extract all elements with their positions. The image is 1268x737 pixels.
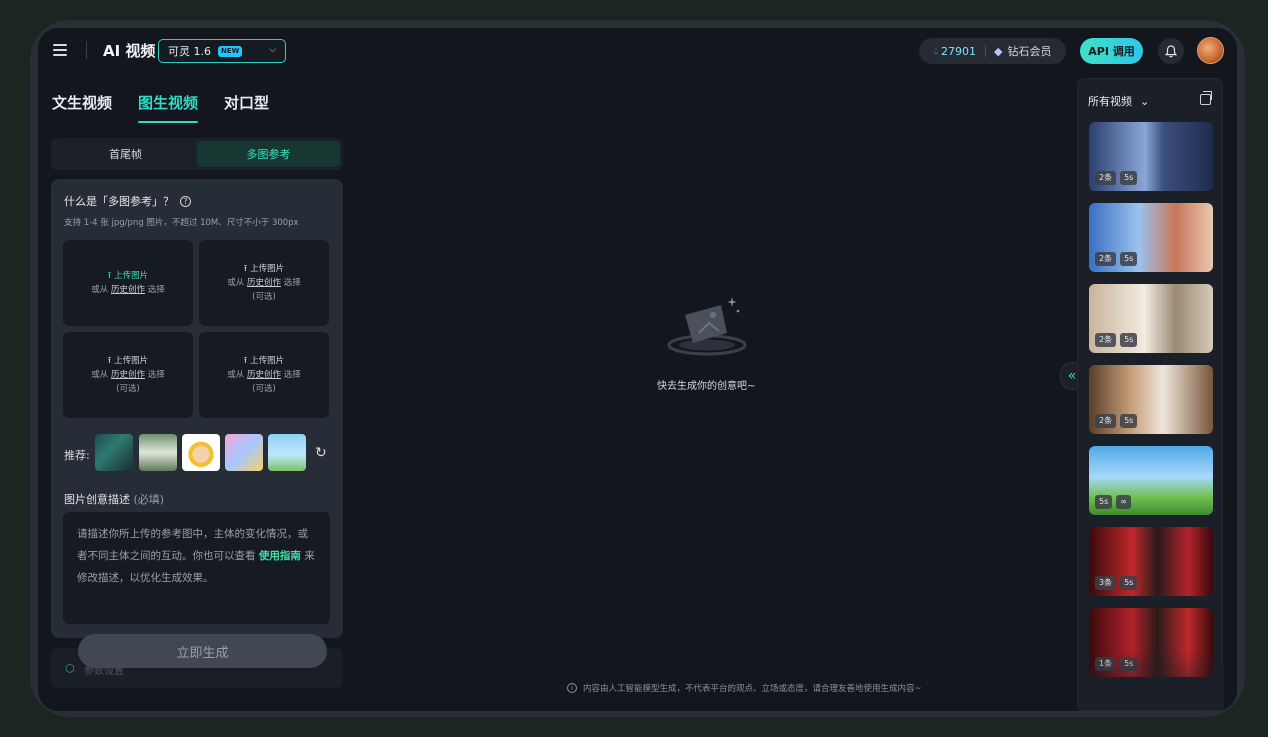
history-choice: 或从 历史创作 选择	[227, 278, 301, 288]
upload-icon: ⭱	[107, 356, 112, 366]
history-choice: 或从 历史创作 选择	[91, 285, 165, 295]
video-count: 2条	[1095, 171, 1117, 185]
video-duration: 5s	[1120, 576, 1138, 590]
credits-amount: 27901	[941, 44, 976, 58]
model-select[interactable]: 可灵 1.6 NEW ⌵	[158, 39, 286, 63]
menu-icon[interactable]	[53, 44, 67, 56]
video-duration: 5s	[1120, 171, 1138, 185]
panel-title: 什么是「多图参考」？ ?	[64, 193, 191, 209]
tab-text-to-video[interactable]: 文生视频	[52, 92, 112, 123]
upload-icon: ⭱	[243, 356, 248, 366]
description-label: 图片创意描述 (必填)	[64, 493, 165, 506]
video-thumb[interactable]: 2条 5s	[1089, 284, 1213, 353]
video-count: 1条	[1095, 657, 1117, 671]
upload-icon: ⭱	[107, 271, 112, 281]
history-link[interactable]: 历史创作	[111, 370, 145, 380]
upload-action[interactable]: ⭱ 上传图片	[108, 354, 148, 368]
avatar[interactable]	[1197, 37, 1224, 64]
video-duration: 5s	[1120, 333, 1138, 347]
optional-label: (可选)	[252, 384, 276, 394]
recommend-thumb-pig[interactable]	[268, 434, 306, 471]
generate-button[interactable]: 立即生成	[78, 634, 327, 668]
bell-icon[interactable]	[1158, 38, 1184, 64]
video-count: 2条	[1095, 252, 1117, 266]
video-duration: 5s	[1120, 414, 1138, 428]
sub-mode-toggle: 首尾帧 多图参考	[51, 138, 343, 170]
history-link[interactable]: 历史创作	[111, 285, 145, 295]
optional-label: (可选)	[116, 384, 140, 394]
diamond-icon: ◆	[994, 44, 1003, 58]
upload-action[interactable]: ⭱ 上传图片	[244, 262, 284, 276]
loop-icon: ∞	[1116, 495, 1131, 509]
chevron-down-icon: ⌄	[1140, 94, 1150, 108]
video-thumb[interactable]: 2条 5s	[1089, 122, 1213, 191]
recommend-label: 推荐:	[64, 449, 90, 462]
recommend-thumb-unicorn[interactable]	[225, 434, 263, 471]
history-choice: 或从 历史创作 选择	[91, 370, 165, 380]
api-button[interactable]: API 调用	[1080, 38, 1143, 64]
tab-first-last-frame[interactable]: 首尾帧	[54, 141, 197, 167]
drop-icon: 💧︎	[934, 45, 938, 57]
panel-title-text: 什么是「多图参考」？	[64, 195, 174, 208]
disclaimer-text: 内容由人工智能模型生成，不代表平台的观点、立场或态度，请合理友善地使用生成内容~	[583, 684, 922, 694]
refresh-icon[interactable]: ↻	[315, 445, 327, 461]
video-filter-label: 所有视频	[1088, 95, 1132, 108]
video-thumb[interactable]: 5s ∞	[1089, 446, 1213, 515]
guide-link[interactable]: 使用指南	[259, 550, 301, 562]
upload-hint: 支持 1-4 张 jpg/png 图片，不超过 10M、尺寸不小于 300px	[64, 218, 299, 228]
recommend-thumb-forest[interactable]	[95, 434, 133, 471]
empty-state-illustration	[665, 293, 749, 359]
app-title: AI 视频	[103, 42, 156, 60]
history-link[interactable]: 历史创作	[247, 370, 281, 380]
video-count: 3条	[1095, 576, 1117, 590]
upload-slot[interactable]: ⭱ 上传图片 或从 历史创作 选择 (可选)	[63, 332, 193, 418]
video-count: 2条	[1095, 414, 1117, 428]
info-icon: i	[567, 683, 577, 693]
model-label: 可灵 1.6	[168, 45, 211, 58]
upload-action[interactable]: ⭱ 上传图片	[244, 354, 284, 368]
tab-multi-image-reference[interactable]: 多图参考	[197, 141, 340, 167]
upload-grid: ⭱ 上传图片 或从 历史创作 选择 ⭱ 上传图片 或从 历史创作 选择 (可选) ⭱…	[63, 240, 331, 418]
upload-slot[interactable]: ⭱ 上传图片 或从 历史创作 选择 (可选)	[199, 332, 329, 418]
help-icon[interactable]: ?	[180, 195, 191, 207]
upload-action[interactable]: ⭱ 上传图片	[108, 269, 148, 283]
video-thumb[interactable]: 3条 5s	[1089, 527, 1213, 596]
reference-panel: 什么是「多图参考」？ ? 支持 1-4 张 jpg/png 图片，不超过 10M…	[51, 179, 343, 638]
upload-slot[interactable]: ⭱ 上传图片 或从 历史创作 选择	[63, 240, 193, 326]
history-choice: 或从 历史创作 选择	[227, 370, 301, 380]
video-thumb[interactable]: 2条 5s	[1089, 203, 1213, 272]
video-duration: 5s	[1120, 252, 1138, 266]
history-link[interactable]: 历史创作	[247, 278, 281, 288]
credits-divider	[985, 45, 986, 57]
app-window: AI 视频 可灵 1.6 NEW ⌵ 💧︎ 27901 ◆ 钻石会员 API 调…	[38, 28, 1237, 711]
description-input[interactable]: 请描述你所上传的参考图中，主体的变化情况，或者不同主体之间的互动。你也可以查看 …	[63, 512, 330, 624]
mode-tabs: 文生视频 图生视频 对口型	[52, 92, 269, 123]
credits-pill[interactable]: 💧︎ 27901 ◆ 钻石会员	[919, 38, 1066, 64]
recommend-thumb-cartoon[interactable]	[182, 434, 220, 471]
video-thumb[interactable]: 1条 5s	[1089, 608, 1213, 677]
video-thumb[interactable]: 2条 5s	[1089, 365, 1213, 434]
empty-state-text: 快去生成你的创意吧~	[657, 381, 756, 392]
video-filter-dropdown[interactable]: 所有视频 ⌄	[1088, 93, 1149, 109]
video-sidebar: 所有视频 ⌄ 2条 5s 2条 5s 2条 5s 2条 5s 5s ∞ 3条 5s 1条 5s	[1077, 78, 1224, 711]
disclaimer: i 内容由人工智能模型生成，不代表平台的观点、立场或态度，请合理友善地使用生成内…	[567, 682, 922, 694]
video-duration: 5s	[1095, 495, 1113, 509]
chevron-down-icon: ⌵	[269, 45, 276, 55]
upload-slot[interactable]: ⭱ 上传图片 或从 历史创作 选择 (可选)	[199, 240, 329, 326]
multi-select-icon[interactable]	[1200, 91, 1212, 105]
membership-label: 钻石会员	[1007, 45, 1052, 58]
tab-lip-sync[interactable]: 对口型	[224, 92, 269, 123]
upload-icon: ⭱	[243, 264, 248, 274]
settings-icon: ⬡	[65, 662, 75, 675]
recommend-thumb-bride[interactable]	[139, 434, 177, 471]
tab-image-to-video[interactable]: 图生视频	[138, 92, 199, 123]
new-badge: NEW	[218, 45, 243, 57]
video-count: 2条	[1095, 333, 1117, 347]
video-duration: 5s	[1120, 657, 1138, 671]
optional-label: (可选)	[252, 292, 276, 302]
header-divider	[86, 41, 87, 59]
